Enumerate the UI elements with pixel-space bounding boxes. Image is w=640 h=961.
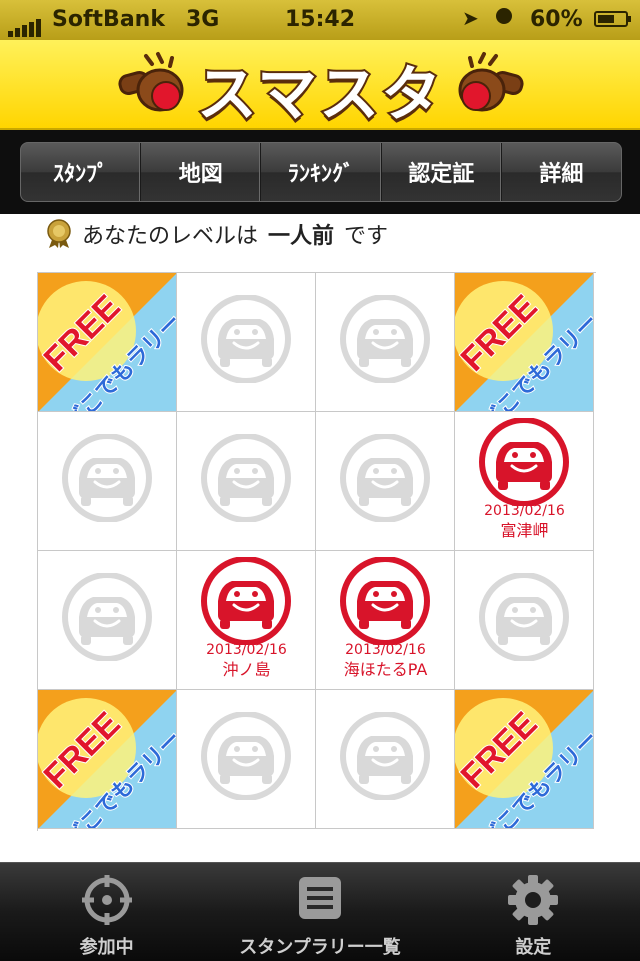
car-placeholder-icon (62, 573, 152, 661)
free-badge-icon: FREE どこでもラリー (38, 273, 176, 411)
battery-icon (594, 11, 631, 27)
gear-icon (508, 875, 559, 925)
stamp-place: 沖ノ島 (222, 660, 271, 679)
car-placeholder-icon (340, 434, 430, 522)
free-stamp-cell[interactable]: FREE どこでもラリー (38, 690, 177, 829)
tab-details[interactable]: 詳細 (502, 143, 621, 201)
bottom-tab-label: スタンプラリー一覧 (239, 937, 401, 958)
free-stamp-cell[interactable]: FREE どこでもラリー (455, 273, 594, 412)
car-placeholder-icon (340, 712, 430, 800)
bottom-tab-settings[interactable]: 設定 (427, 863, 640, 961)
stamp-date: 2013/02/16 (345, 642, 426, 658)
crosshair-icon (81, 875, 132, 925)
car-stamp-icon (340, 557, 430, 645)
segmented-tabs: ｽﾀﾝﾌﾟ 地図 ﾗﾝｷﾝｸﾞ 認定証 詳細 (20, 142, 622, 202)
level-suffix: です (344, 224, 389, 249)
level-line: あなたのレベルは 一人前 です (44, 216, 388, 252)
tab-map[interactable]: 地図 (141, 143, 262, 201)
stamped-cell[interactable]: 2013/02/16 富津岬 (455, 412, 594, 551)
tab-ranking[interactable]: ﾗﾝｷﾝｸﾞ (261, 143, 382, 201)
bottom-tab-bar: 参加中 スタンプラリー一覧 設定 (0, 862, 640, 961)
car-placeholder-icon (479, 573, 569, 661)
bottom-tab-label: 参加中 (79, 937, 134, 958)
app-title: スマスタ (195, 58, 444, 132)
free-badge-icon: FREE どこでもラリー (455, 273, 593, 411)
bottom-tab-participating[interactable]: 参加中 (0, 863, 213, 961)
stamp-place: 海ほたるPA (343, 660, 428, 679)
tab-stamp[interactable]: ｽﾀﾝﾌﾟ (21, 143, 142, 201)
app-header: スマスタ (0, 40, 640, 132)
stamp-icon (458, 52, 524, 112)
tab-certificate[interactable]: 認定証 (382, 143, 502, 201)
free-badge-icon: FREE どこでもラリー (455, 690, 593, 828)
alarm-icon (496, 8, 512, 24)
stamped-cell[interactable]: 2013/02/16 海ほたるPA (316, 551, 455, 690)
empty-stamp-cell[interactable] (38, 551, 177, 690)
car-placeholder-icon (201, 434, 291, 522)
empty-stamp-cell[interactable] (316, 412, 455, 551)
car-placeholder-icon (340, 295, 430, 383)
empty-stamp-cell[interactable] (455, 551, 594, 690)
car-stamp-icon (479, 418, 569, 506)
empty-stamp-cell[interactable] (316, 273, 455, 412)
empty-stamp-cell[interactable] (316, 690, 455, 829)
bottom-tab-rally-list[interactable]: スタンプラリー一覧 (213, 863, 426, 961)
battery-fill (598, 15, 614, 23)
level-value: 一人前 (268, 224, 335, 249)
list-icon (298, 877, 341, 919)
stamped-cell[interactable]: 2013/02/16 沖ノ島 (177, 551, 316, 690)
medal-icon (47, 219, 71, 248)
top-tab-bar: ｽﾀﾝﾌﾟ 地図 ﾗﾝｷﾝｸﾞ 認定証 詳細 (0, 130, 640, 214)
free-stamp-cell[interactable]: FREE どこでもラリー (38, 273, 177, 412)
stamp-place: 富津岬 (500, 521, 549, 540)
empty-stamp-cell[interactable] (177, 412, 316, 551)
empty-stamp-cell[interactable] (38, 412, 177, 551)
free-badge-icon: FREE どこでもラリー (38, 690, 176, 828)
free-stamp-cell[interactable]: FREE どこでもラリー (455, 690, 594, 829)
car-placeholder-icon (62, 434, 152, 522)
car-placeholder-icon (201, 295, 291, 383)
stamp-date: 2013/02/16 (484, 503, 565, 519)
bottom-tab-label: 設定 (515, 937, 552, 958)
status-bar: SoftBank 3G 15:42 ➤ 60% (0, 0, 640, 40)
battery-percent: 60% (530, 7, 583, 32)
car-stamp-icon (201, 557, 291, 645)
stamp-date: 2013/02/16 (206, 642, 287, 658)
empty-stamp-cell[interactable] (177, 273, 316, 412)
empty-stamp-cell[interactable] (177, 690, 316, 829)
location-arrow-icon: ➤ (462, 6, 479, 30)
level-prefix: あなたのレベルは (82, 224, 259, 249)
stamp-grid: FREE どこでもラリー FREE どこでもラリー 2013/02/16 富津岬… (37, 272, 596, 831)
car-placeholder-icon (201, 712, 291, 800)
